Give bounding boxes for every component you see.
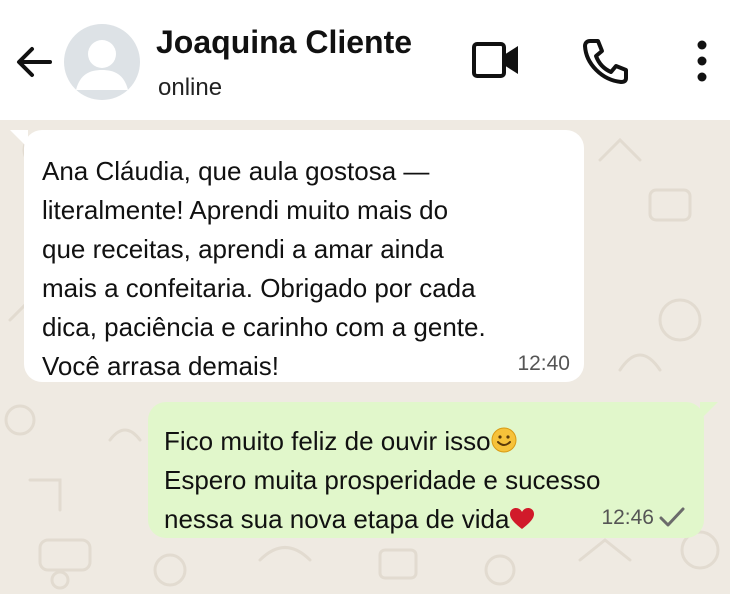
phone-icon[interactable] [580,36,630,86]
contact-status: online [158,74,223,101]
avatar-placeholder-icon [76,40,128,90]
incoming-message-text: Ana Cláudia, que aula gostosa — literalm… [42,156,486,381]
smiley-emoji-icon [491,427,517,453]
red-heart-emoji-icon [510,508,535,529]
incoming-message-time: 12:40 [517,352,570,375]
more-options-icon[interactable] [690,38,714,84]
back-arrow-icon[interactable] [12,40,56,84]
chat-header: Joaquina Cliente online [0,0,730,120]
outgoing-message-time: 12:46 [601,506,654,529]
outgoing-line-1: Fico muito feliz de ouvir isso [164,426,491,456]
chat-area[interactable]: Ana Cláudia, que aula gostosa — literalm… [0,120,730,594]
outgoing-line-2: Espero muita prosperidade e sucesso [164,465,601,495]
outgoing-message-bubble[interactable]: Fico muito feliz de ouvir isso Espero mu… [148,402,704,538]
avatar[interactable] [64,24,140,100]
outgoing-line-3: nessa sua nova etapa de vida [164,504,510,534]
single-check-icon [659,507,685,527]
incoming-message-bubble[interactable]: Ana Cláudia, que aula gostosa — literalm… [24,130,584,382]
video-call-icon[interactable] [470,38,522,82]
contact-name[interactable]: Joaquina Cliente [156,24,412,61]
